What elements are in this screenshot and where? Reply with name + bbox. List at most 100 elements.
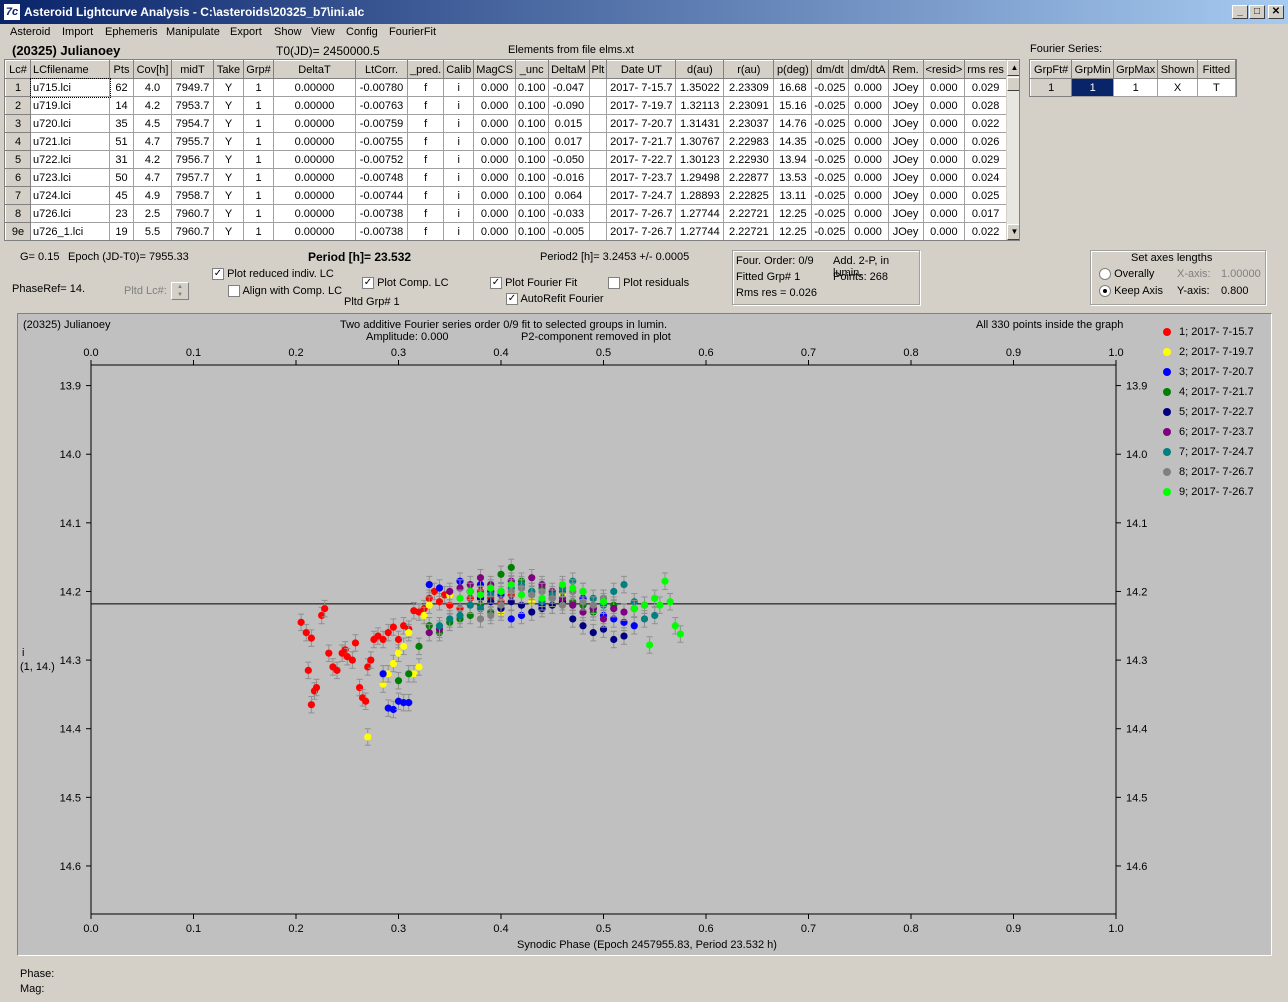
table-cell[interactable]: 1.30767 — [675, 132, 725, 151]
table-cell[interactable]: 2.22930 — [723, 150, 775, 169]
table-cell[interactable]: 4.2 — [133, 150, 172, 169]
table-cell[interactable]: 0.100 — [515, 168, 549, 187]
col-header[interactable]: rms res — [964, 60, 1007, 79]
table-cell[interactable]: 0.100 — [515, 78, 549, 97]
table-cell[interactable]: 7958.7 — [171, 186, 214, 205]
table-cell[interactable]: 0.000 — [473, 168, 516, 187]
table-cell[interactable]: i — [443, 168, 475, 187]
table-cell[interactable]: -0.00748 — [355, 168, 408, 187]
x-axis-value[interactable]: 1.00000 — [1221, 268, 1261, 280]
table-cell[interactable]: 4.7 — [133, 168, 172, 187]
table-cell[interactable]: 0.000 — [923, 150, 966, 169]
col-header[interactable]: _pred. — [406, 60, 445, 79]
table-cell[interactable]: i — [443, 222, 475, 240]
table-cell[interactable]: 2017- 7-26.7 — [606, 204, 677, 223]
col-header[interactable]: d(au) — [675, 60, 725, 79]
fourier-cell-grpmin[interactable]: 1 — [1071, 78, 1115, 97]
table-cell[interactable]: i — [443, 204, 475, 223]
table-cell[interactable]: 2.23037 — [723, 114, 775, 133]
table-cell[interactable]: 15.16 — [773, 96, 813, 115]
table-cell[interactable]: 5.5 — [133, 222, 172, 240]
table-cell[interactable]: 1 — [243, 132, 274, 151]
row-header[interactable]: 5 — [5, 150, 31, 169]
table-cell[interactable]: 0.000 — [848, 114, 889, 133]
table-cell[interactable]: 7960.7 — [171, 222, 214, 240]
table-cell[interactable]: 0.000 — [848, 132, 889, 151]
checkbox-icon[interactable]: ✓ — [506, 293, 518, 306]
table-cell[interactable]: 0.000 — [473, 204, 516, 223]
table-cell[interactable]: 2.23309 — [723, 78, 775, 97]
table-cell[interactable]: 0.00000 — [273, 132, 356, 151]
table-cell[interactable] — [589, 222, 608, 240]
table-cell[interactable]: 2017- 7-26.7 — [606, 222, 677, 240]
col-header[interactable]: <resid> — [922, 60, 966, 79]
table-cell[interactable]: u726_1.lci — [30, 222, 110, 240]
fourier-col-header[interactable]: Fitted — [1196, 60, 1237, 79]
table-cell[interactable]: 4.7 — [133, 132, 172, 151]
table-cell[interactable]: 2017- 7-21.7 — [606, 132, 677, 151]
table-cell[interactable]: 0.000 — [923, 222, 966, 240]
table-cell[interactable]: -0.047 — [548, 78, 590, 97]
table-cell[interactable]: JOey — [888, 78, 924, 97]
table-cell[interactable]: 0.026 — [964, 132, 1007, 151]
row-header[interactable]: 3 — [5, 114, 31, 133]
table-cell[interactable]: 62 — [109, 78, 134, 97]
menu-config[interactable]: Config — [346, 26, 378, 38]
table-cell[interactable]: 1 — [243, 114, 274, 133]
table-cell[interactable]: -0.005 — [548, 222, 590, 240]
table-cell[interactable]: 0.00000 — [273, 204, 356, 223]
table-cell[interactable]: -0.025 — [811, 96, 849, 115]
table-cell[interactable]: 2.5 — [133, 204, 172, 223]
table-cell[interactable]: 7953.7 — [171, 96, 214, 115]
table-cell[interactable]: 0.000 — [923, 204, 966, 223]
table-cell[interactable]: -0.00755 — [355, 132, 408, 151]
table-cell[interactable]: i — [443, 96, 475, 115]
menu-fourierfit[interactable]: FourierFit — [389, 26, 436, 38]
table-cell[interactable]: 0.000 — [473, 96, 516, 115]
table-cell[interactable]: 0.000 — [923, 186, 966, 205]
table-cell[interactable]: 7955.7 — [171, 132, 214, 151]
table-cell[interactable]: -0.016 — [548, 168, 590, 187]
col-header[interactable]: LCfilename — [30, 60, 110, 79]
table-cell[interactable]: u715.lci — [29, 77, 111, 98]
table-cell[interactable]: -0.025 — [811, 114, 849, 133]
table-cell[interactable]: 7960.7 — [171, 204, 214, 223]
fourier-col-header[interactable]: GrpMin — [1071, 60, 1115, 79]
plot-fourier-checkbox[interactable]: ✓ Plot Fourier Fit — [490, 277, 577, 290]
table-cell[interactable]: f — [407, 132, 445, 151]
pltd-lc-spinner[interactable]: ▲ ▼ — [171, 282, 189, 300]
lightcurve-plot[interactable]: 0.0 0.0 0.1 0.1 0.2 0.2 0.3 0.3 0.4 0.4 0.5 0.5 0.6 0… — [18, 314, 1271, 955]
menu-ephemeris[interactable]: Ephemeris — [105, 26, 158, 38]
col-header[interactable]: Cov[h] — [133, 60, 172, 79]
table-cell[interactable]: 7957.7 — [171, 168, 214, 187]
table-cell[interactable]: 0.100 — [515, 222, 549, 240]
table-cell[interactable]: 1 — [243, 204, 274, 223]
table-row[interactable]: 6 u723.lci 50 4.7 7957.7 Y 1 0.00000 -0.00748 f i 0… — [5, 168, 1007, 187]
period-value[interactable]: Period [h]= 23.532 — [308, 250, 411, 264]
table-cell[interactable]: -0.00738 — [355, 222, 408, 240]
table-cell[interactable]: f — [407, 150, 445, 169]
table-cell[interactable]: i — [443, 114, 475, 133]
table-cell[interactable]: 0.000 — [473, 132, 516, 151]
table-cell[interactable]: i — [443, 186, 475, 205]
table-cell[interactable]: 1 — [243, 78, 274, 97]
table-cell[interactable]: 31 — [109, 150, 134, 169]
table-cell[interactable]: 2.22721 — [723, 204, 775, 223]
autorefit-checkbox[interactable]: ✓ AutoRefit Fourier — [506, 293, 604, 306]
table-cell[interactable]: 0.022 — [964, 114, 1007, 133]
table-cell[interactable]: -0.025 — [811, 150, 849, 169]
col-header[interactable]: dm/dtA — [847, 60, 889, 79]
table-cell[interactable]: 0.064 — [548, 186, 590, 205]
table-row[interactable]: 3 u720.lci 35 4.5 7954.7 Y 1 0.00000 -0.00759 f i 0… — [5, 114, 1007, 133]
table-cell[interactable]: 0.00000 — [273, 96, 356, 115]
checkbox-icon[interactable] — [608, 277, 620, 290]
table-cell[interactable] — [589, 114, 608, 133]
table-cell[interactable]: -0.025 — [811, 168, 849, 187]
fourier-col-header[interactable]: GrpFt# — [1029, 60, 1073, 79]
table-cell[interactable]: 4.0 — [133, 78, 172, 97]
table-cell[interactable]: 4.5 — [133, 114, 172, 133]
table-cell[interactable]: 19 — [109, 222, 134, 240]
col-header[interactable]: midT — [171, 60, 214, 79]
minimize-button[interactable]: _ — [1232, 5, 1248, 19]
table-cell[interactable]: 0.000 — [923, 114, 966, 133]
